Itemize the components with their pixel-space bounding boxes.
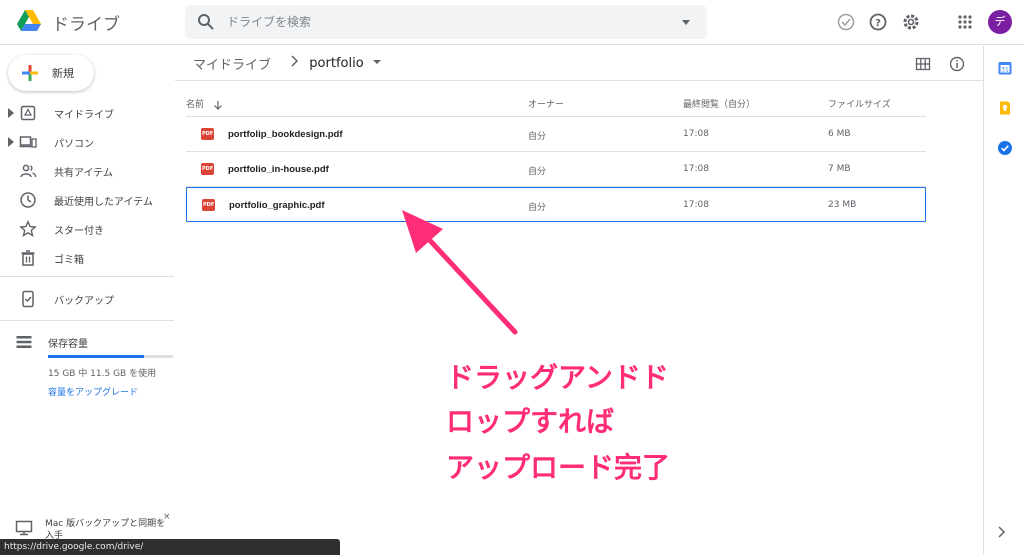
grid-view-icon[interactable] <box>915 56 931 72</box>
header-divider <box>175 80 983 81</box>
sidebar-item-label: 最近使用したアイテム <box>54 197 153 208</box>
breadcrumb: マイドライブ portfolio <box>193 54 382 76</box>
tasks-icon[interactable] <box>997 140 1013 156</box>
shared-icon <box>20 164 37 178</box>
chevron-right-icon <box>291 55 299 67</box>
trash-icon <box>21 250 35 266</box>
file-row[interactable]: PDF portfolio_in-house.pdf 自分 17:08 7 MB <box>186 152 926 187</box>
sidebar-item-storage[interactable]: 保存容量 <box>0 329 174 355</box>
search-box[interactable] <box>185 5 707 39</box>
search-options-icon[interactable] <box>679 15 693 29</box>
sort-arrow-down-icon[interactable] <box>213 100 223 110</box>
file-list: 名前 オーナー 最終閲覧（自分） ファイルサイズ PDF portfolip_b… <box>186 89 926 222</box>
chevron-right-icon[interactable] <box>995 525 1007 539</box>
settings-gear-icon[interactable] <box>901 12 921 32</box>
svg-text:31: 31 <box>1001 67 1009 74</box>
column-header-last-viewed[interactable]: 最終閲覧（自分） <box>683 97 755 110</box>
sidebar-item-label: バックアップ <box>54 296 114 307</box>
chevron-down-icon[interactable] <box>372 57 382 67</box>
plus-icon <box>22 65 38 81</box>
file-row[interactable]: PDF portfolip_bookdesign.pdf 自分 17:08 6 … <box>186 117 926 152</box>
annotation-text-line: ロップすれば <box>446 405 615 438</box>
file-last-viewed: 17:08 <box>683 200 709 210</box>
sidebar-item-recent[interactable]: 最近使用したアイテム <box>0 187 174 213</box>
backup-sync-banner[interactable]: Mac 版バックアップと同期を入手 × <box>0 512 174 542</box>
sidebar-item-label: スター付き <box>54 226 104 237</box>
banner-close-button[interactable]: × <box>163 512 171 522</box>
file-size: 6 MB <box>828 129 851 139</box>
help-icon[interactable]: ? <box>868 12 888 32</box>
column-header-size[interactable]: ファイルサイズ <box>828 97 891 110</box>
upgrade-storage-link[interactable]: 容量をアップグレード <box>48 385 138 398</box>
pdf-file-icon: PDF <box>201 163 214 175</box>
file-row-selected[interactable]: PDF portfolio_graphic.pdf 自分 17:08 23 MB <box>186 187 926 222</box>
file-last-viewed: 17:08 <box>683 129 709 139</box>
recent-clock-icon <box>20 192 36 208</box>
keep-notes-icon[interactable] <box>997 100 1013 116</box>
storage-usage-text: 15 GB 中 11.5 GB を使用 <box>48 369 157 379</box>
expand-caret-icon[interactable] <box>8 108 14 118</box>
my-drive-icon <box>20 105 36 121</box>
file-owner: 自分 <box>528 132 547 142</box>
info-icon[interactable] <box>949 56 965 72</box>
expand-caret-icon[interactable] <box>8 137 14 147</box>
column-header-name[interactable]: 名前 <box>186 97 223 110</box>
new-button[interactable]: 新規 <box>8 55 94 91</box>
pdf-file-icon: PDF <box>201 128 214 140</box>
sidebar-item-label: マイドライブ <box>54 110 114 121</box>
sidebar-item-backup[interactable]: バックアップ <box>0 286 174 312</box>
storage-label: 保存容量 <box>48 339 88 350</box>
apps-grid-icon[interactable] <box>955 12 975 32</box>
pdf-file-icon: PDF <box>202 199 215 211</box>
column-header-name-label: 名前 <box>186 100 205 110</box>
computers-icon <box>19 136 37 148</box>
desktop-computer-icon <box>15 520 33 536</box>
storage-usage-bar <box>48 355 173 358</box>
side-panel-rail: 31 <box>983 46 1024 555</box>
breadcrumb-root[interactable]: マイドライブ <box>193 54 271 73</box>
file-last-viewed: 17:08 <box>683 164 709 174</box>
column-header-owner[interactable]: オーナー <box>528 97 564 110</box>
sidebar: 新規 マイドライブ パソコン 共有アイテム 最近使用したアイテム スター付き ゴ… <box>0 46 174 555</box>
account-avatar[interactable]: デ <box>988 10 1012 34</box>
sidebar-item-my-drive[interactable]: マイドライブ <box>0 100 174 126</box>
sidebar-item-trash[interactable]: ゴミ箱 <box>0 245 174 271</box>
breadcrumb-current[interactable]: portfolio <box>309 56 363 71</box>
sidebar-item-shared[interactable]: 共有アイテム <box>0 158 174 184</box>
annotation-arrow-icon <box>402 210 518 335</box>
new-button-label: 新規 <box>52 67 74 80</box>
star-icon <box>19 220 37 237</box>
sidebar-divider <box>0 320 174 321</box>
calendar-icon[interactable]: 31 <box>997 60 1013 76</box>
app-title: ドライブ <box>52 15 120 35</box>
sidebar-item-label: ゴミ箱 <box>54 255 84 266</box>
storage-usage-fill <box>48 355 145 358</box>
sidebar-divider <box>0 276 174 277</box>
offline-ready-icon[interactable] <box>836 12 856 32</box>
sidebar-item-label: パソコン <box>54 139 94 150</box>
file-owner: 自分 <box>528 167 547 177</box>
file-owner: 自分 <box>528 203 547 213</box>
file-list-header: 名前 オーナー 最終閲覧（自分） ファイルサイズ <box>186 89 926 117</box>
svg-text:?: ? <box>875 18 881 29</box>
file-size: 23 MB <box>828 200 857 210</box>
drive-logo-icon[interactable] <box>16 8 42 34</box>
top-bar: ドライブ ? デ <box>0 0 1024 45</box>
backup-icon <box>22 290 34 308</box>
file-name: portfolio_in-house.pdf <box>228 164 329 175</box>
sidebar-item-computers[interactable]: パソコン <box>0 129 174 155</box>
file-name: portfolip_bookdesign.pdf <box>228 129 343 140</box>
search-input[interactable] <box>227 10 647 34</box>
annotation-text-line: ドラッグアンドド <box>446 361 669 394</box>
annotation-text-line: アップロード完了 <box>446 451 671 484</box>
search-icon[interactable] <box>197 13 215 31</box>
storage-icon <box>16 336 32 348</box>
file-name: portfolio_graphic.pdf <box>229 200 325 211</box>
file-size: 7 MB <box>828 164 851 174</box>
status-bar-url: https://drive.google.com/drive/ <box>0 539 340 555</box>
sidebar-item-starred[interactable]: スター付き <box>0 216 174 242</box>
sidebar-item-label: 共有アイテム <box>54 168 113 179</box>
